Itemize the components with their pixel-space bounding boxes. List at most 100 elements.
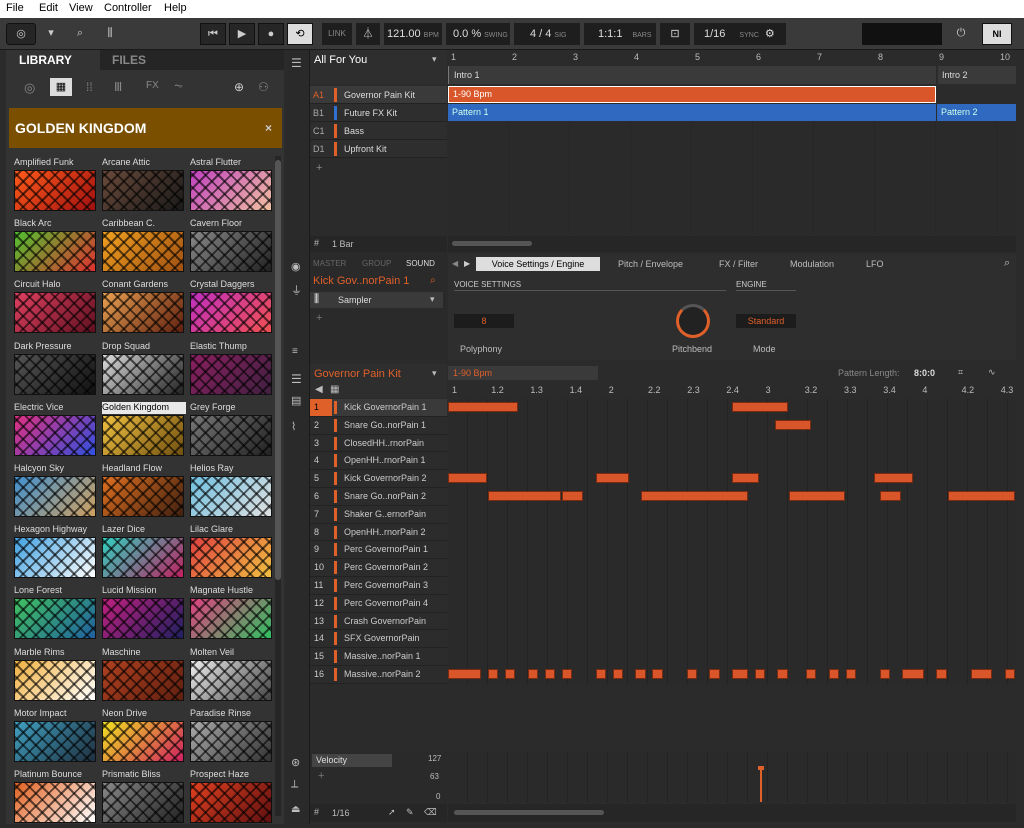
bank-tile[interactable]: Headland Flow	[102, 463, 186, 521]
polyphony-control[interactable]: 8	[454, 314, 514, 328]
grid-icon[interactable]: #	[314, 807, 319, 817]
draw-tool-icon[interactable]: ✎	[406, 807, 414, 818]
groups-filter-icon[interactable]: ▦	[50, 78, 72, 96]
arranger-hscroll[interactable]	[448, 236, 1016, 252]
pad-row[interactable]: 11 Perc GovernorPain 3	[310, 577, 447, 595]
clip-pattern-2[interactable]: Pattern 2	[937, 104, 1016, 121]
bank-tile[interactable]: Grey Forge	[190, 402, 274, 460]
bank-tile[interactable]: Molten Veil	[190, 647, 274, 705]
note-event[interactable]	[879, 669, 891, 679]
bank-tile[interactable]: Lilac Glare	[190, 524, 274, 582]
bank-tile[interactable]: Prospect Haze	[190, 769, 274, 827]
note-event[interactable]	[686, 669, 697, 679]
note-event[interactable]	[902, 669, 925, 679]
library-scroll-thumb[interactable]	[275, 160, 281, 580]
note-event[interactable]	[777, 669, 788, 679]
pattern-scroll-thumb[interactable]	[454, 810, 604, 815]
add-plugin-button[interactable]: +	[316, 312, 322, 324]
pattern-hscroll[interactable]	[448, 804, 1016, 822]
note-event[interactable]	[774, 419, 811, 430]
bank-tile[interactable]: Paradise Rinse	[190, 708, 274, 766]
group-row[interactable]: B1 Future FX Kit	[310, 104, 447, 122]
note-event[interactable]	[947, 491, 1015, 501]
menu-file[interactable]: File	[6, 2, 24, 14]
bank-tile[interactable]: Platinum Bounce	[14, 769, 98, 827]
quantize-icon[interactable]: ⌗	[958, 367, 963, 378]
search-icon[interactable]: ⌕	[68, 23, 92, 45]
next-page-icon[interactable]: ▶	[464, 259, 470, 268]
tab-sound[interactable]: SOUND	[406, 259, 435, 268]
bank-tile[interactable]: Amplified Funk	[14, 157, 98, 215]
note-event[interactable]	[595, 473, 629, 484]
note-event[interactable]	[754, 669, 766, 679]
pad-row[interactable]: 6 Snare Go..norPain 2	[310, 488, 447, 506]
pad-row[interactable]: 13 Crash GovernorPain	[310, 612, 447, 631]
tab-files[interactable]: FILES	[100, 50, 284, 70]
grid-display[interactable]: 1/16 SYNC ⚙	[694, 23, 786, 45]
note-event[interactable]	[732, 473, 760, 484]
note-event[interactable]	[970, 669, 993, 679]
tab-group[interactable]: GROUP	[362, 259, 391, 268]
bank-tile[interactable]: Arcane Attic	[102, 157, 186, 215]
pad-row[interactable]: 1 Kick GovernorPain 1	[310, 399, 447, 417]
page-modulation[interactable]: Modulation	[790, 259, 834, 269]
pad-row[interactable]: 14 SFX GovernorPain	[310, 630, 447, 649]
play-button[interactable]: ▶	[229, 23, 255, 45]
bank-tile[interactable]: Magnate Hustle	[190, 585, 274, 643]
note-event[interactable]	[732, 402, 788, 412]
prev-page-icon[interactable]: ◀	[452, 259, 458, 268]
clip-pattern-1[interactable]: Pattern 1	[448, 104, 936, 121]
note-event[interactable]	[828, 669, 839, 679]
menu-help[interactable]: Help	[164, 2, 187, 14]
pad-row[interactable]: 4 OpenHH..rnorPain 1	[310, 452, 447, 471]
tempo-display[interactable]: 121.00 BPM	[384, 23, 442, 45]
note-event[interactable]	[448, 473, 487, 484]
power-icon[interactable]: ⏻	[948, 23, 974, 45]
group-row[interactable]: C1 Bass	[310, 122, 447, 140]
bank-tile[interactable]: Conant Gardens	[102, 279, 186, 337]
bank-tile[interactable]: Halcyon Sky	[14, 463, 98, 521]
chevron-down-icon[interactable]: ▾	[430, 294, 435, 305]
note-event[interactable]	[652, 669, 663, 679]
record-button[interactable]: ●	[258, 23, 284, 45]
speaker-icon[interactable]: ◀	[315, 384, 323, 395]
bank-tile[interactable]: Drop Squad	[102, 341, 186, 399]
bank-tile[interactable]: Neon Drive	[102, 708, 186, 766]
bank-tile[interactable]: Lucid Mission	[102, 585, 186, 643]
select-tool-icon[interactable]: ➚	[388, 807, 396, 818]
globe-icon[interactable]: ⊕	[234, 80, 244, 94]
pad-row[interactable]: 3 ClosedHH..rnorPain	[310, 434, 447, 453]
note-event[interactable]	[504, 669, 516, 679]
pad-row[interactable]: 8 OpenHH..rnorPain 2	[310, 523, 447, 542]
chevron-down-icon[interactable]: ▾	[432, 368, 437, 379]
pad-row[interactable]: 7 Shaker G..ernorPain	[310, 505, 447, 524]
note-event[interactable]	[732, 669, 749, 679]
chevron-down-icon[interactable]: ▾	[40, 23, 62, 45]
page-lfo[interactable]: LFO	[866, 259, 884, 269]
group-row[interactable]: D1 Upfront Kit	[310, 140, 447, 158]
group-row[interactable]: A1 Governor Pain Kit	[310, 86, 447, 104]
search-icon[interactable]: ⌕	[430, 275, 436, 286]
plugin-strip-icon[interactable]: ⏚	[291, 282, 302, 298]
bank-tile[interactable]: Motor Impact	[14, 708, 98, 766]
pad-row[interactable]: 5 Kick GovernorPain 2	[310, 470, 447, 488]
page-fx-filter[interactable]: FX / Filter	[719, 259, 758, 269]
signature-display[interactable]: 4 / 4 SIG	[514, 23, 580, 45]
bank-tile[interactable]: Golden Kingdom	[102, 401, 186, 460]
pad-row[interactable]: 2 Snare Go..norPain 1	[310, 416, 447, 435]
step-grid[interactable]	[448, 399, 1016, 685]
note-event[interactable]	[448, 402, 518, 412]
velocity-bar[interactable]	[760, 768, 762, 802]
sounds-filter-icon[interactable]: ⁞⁞	[86, 80, 93, 94]
eject-icon[interactable]: ⏏	[291, 804, 300, 815]
velocity-handle[interactable]	[758, 766, 764, 770]
step-grid-value[interactable]: 1/16	[332, 808, 350, 818]
scene-header[interactable]: All For You ▾	[310, 50, 447, 84]
keyboard-view-icon[interactable]: ▤	[291, 394, 301, 407]
bank-tile[interactable]: Elastic Thump	[190, 341, 274, 399]
note-event[interactable]	[709, 669, 720, 679]
bank-tile[interactable]: Caribbean C.	[102, 218, 186, 276]
sound-name[interactable]: Kick Gov..norPain 1	[313, 275, 409, 287]
pad-row[interactable]: 12 Perc GovernorPain 4	[310, 594, 447, 613]
note-event[interactable]	[635, 669, 646, 679]
